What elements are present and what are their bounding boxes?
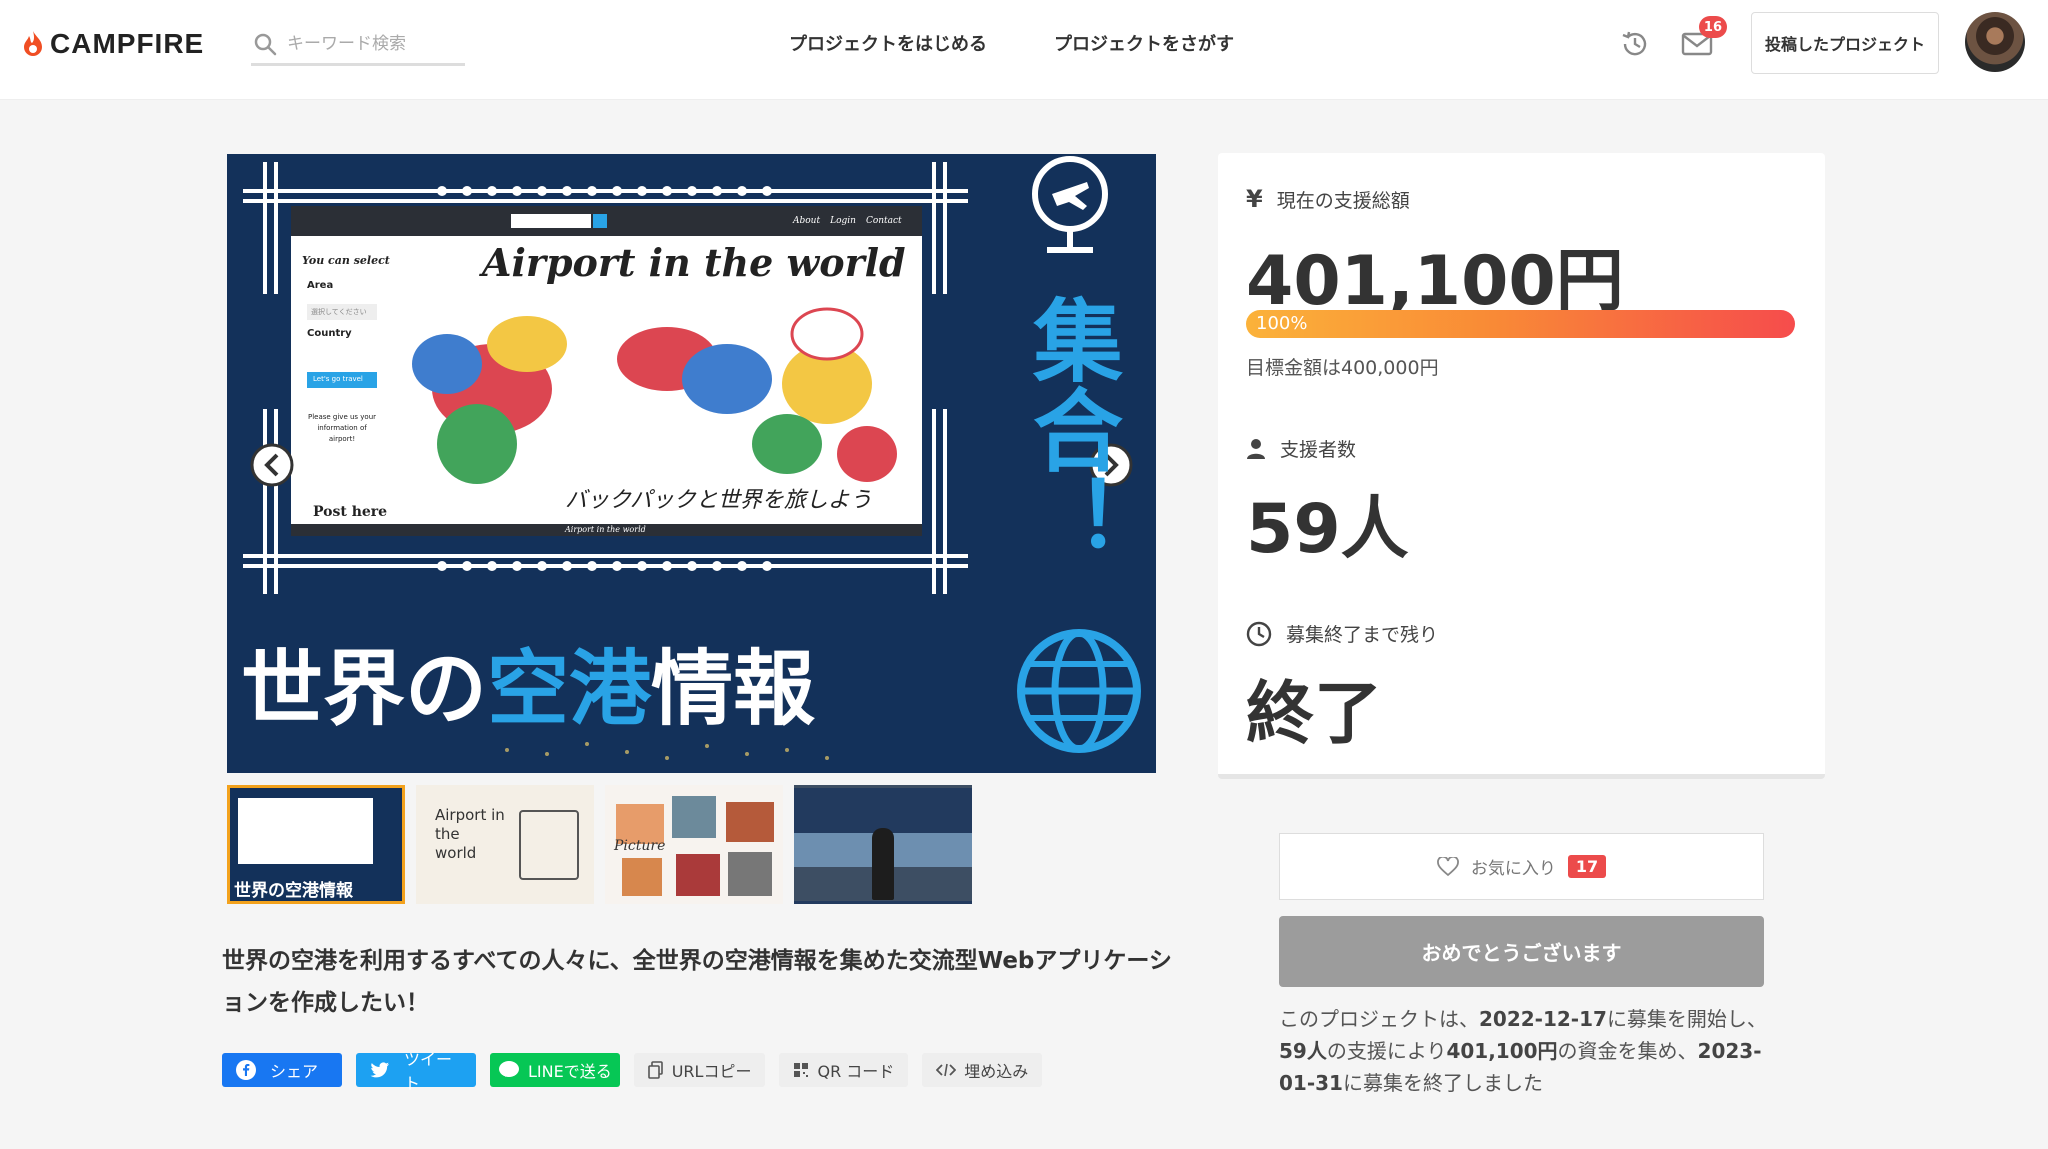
qr-code-label: QR コード <box>817 1062 895 1081</box>
thumbnail-1[interactable]: 世界の空港情報 <box>227 785 405 904</box>
favorite-label: お気に入り <box>1470 859 1556 879</box>
total-label-row: ¥ 現在の支援総額 <box>1246 185 1410 213</box>
line-share-button[interactable]: LINEで送る <box>490 1053 620 1087</box>
funding-stats-card: ¥ 現在の支援総額 401,100円 100% 目標金額は400,000円 支援… <box>1218 153 1825 779</box>
messages-button[interactable]: 16 <box>1679 16 1727 62</box>
thumbnail-4[interactable] <box>794 785 972 904</box>
copy-icon <box>647 1061 663 1079</box>
url-copy-label: URLコピー <box>671 1062 752 1081</box>
hero-nav-contact: Contact <box>865 216 902 226</box>
hero-panel-select: You can select <box>302 254 390 267</box>
hero-site-subtitle: バックパックと世界を旅しよう <box>565 488 872 513</box>
facebook-share-label: シェア <box>270 1062 319 1081</box>
carousel-prev-button[interactable] <box>252 445 292 485</box>
summary-start-date: 2022-12-17 <box>1479 1007 1607 1031</box>
hero-panel-post: Post here <box>313 504 388 520</box>
thumbnail-2-label: Airport in the world <box>435 806 505 862</box>
summary-text-1: このプロジェクトは、 <box>1279 1007 1479 1031</box>
embed-button[interactable]: 埋め込み <box>922 1053 1043 1087</box>
history-icon <box>1622 31 1647 56</box>
goal-text: 目標金額は400,000円 <box>1246 357 1439 379</box>
search-box[interactable] <box>251 24 465 66</box>
hero-site-title: Airport in the world <box>482 240 906 285</box>
url-copy-button[interactable]: URLコピー <box>633 1053 766 1087</box>
line-icon <box>499 1061 519 1077</box>
banner-text-blue: 空港 <box>487 642 652 737</box>
banner-text-white-2: 情報 <box>651 642 816 737</box>
progress-bar: 100% <box>1246 310 1795 338</box>
progress-text: 100% <box>1256 313 1308 334</box>
hero-footer-text: Airport in the world <box>565 525 646 534</box>
facebook-share-button[interactable]: シェア <box>222 1053 342 1087</box>
hero-banner-text: 世界の空港情報 <box>241 622 815 741</box>
thumbnail-1-label: 世界の空港情報 <box>234 881 353 901</box>
flame-icon <box>24 31 42 56</box>
supporters-label: 支援者数 <box>1280 439 1357 461</box>
supporters-label-row: 支援者数 <box>1246 435 1356 462</box>
site-header: CAMPFIRE プロジェクトをはじめる プロジェクトをさがす 16 投稿したプ… <box>0 0 2048 100</box>
hero-nav-about: About <box>793 216 821 226</box>
hero-panel-note: Please give us your information of airpo… <box>307 413 377 443</box>
search-input[interactable] <box>287 33 457 54</box>
share-buttons: シェア ツイート LINEで送る URLコピー QR コード 埋め込み <box>222 1050 1043 1093</box>
code-icon <box>936 1063 957 1077</box>
remaining-label-row: 募集終了まで残り <box>1246 620 1438 647</box>
banner-text-white-1: 世界の <box>241 642 488 737</box>
twitter-share-label: ツイート <box>403 1050 452 1093</box>
hero-panel-country: Country <box>307 328 352 339</box>
summary-text-2: に募集を開始し、 <box>1606 1007 1767 1031</box>
thumbnail-3-label: Picture <box>614 838 666 854</box>
embed-label: 埋め込み <box>964 1062 1029 1081</box>
summary-text-5: に募集を終了しました <box>1342 1071 1543 1095</box>
hero-panel-area-placeholder: 選択してください <box>311 308 367 316</box>
project-summary: このプロジェクトは、2022-12-17に募集を開始し、 59人の支援により401… <box>1279 1003 1774 1099</box>
posted-projects-button[interactable]: 投稿したプロジェクト <box>1751 12 1939 74</box>
project-title: 世界の空港を利用するすべての人々に、全世界の空港情報を集めた交流型Webアプリケ… <box>222 948 1172 1016</box>
search-icon <box>254 33 277 55</box>
thumbnail-strip: 世界の空港情報 Airport in the world Picture <box>227 785 972 904</box>
qr-code-icon <box>794 1063 809 1077</box>
total-label: 現在の支援総額 <box>1276 189 1410 212</box>
project-main-image: Airport in the world バックパックと世界を旅しよう You … <box>227 154 1156 773</box>
twitter-icon <box>370 1062 390 1078</box>
supporters-count: 59人 <box>1246 490 1409 569</box>
heart-icon <box>1436 856 1459 876</box>
remaining-value: 終了 <box>1246 675 1383 754</box>
yen-icon: ¥ <box>1246 185 1263 213</box>
message-count-badge: 16 <box>1698 16 1727 38</box>
clock-icon <box>1246 621 1272 646</box>
line-share-label: LINEで送る <box>528 1062 612 1081</box>
summary-text-3: の支援により <box>1326 1039 1447 1063</box>
thumbnail-2[interactable]: Airport in the world <box>416 785 594 904</box>
nav-start-project[interactable]: プロジェクトをはじめる <box>789 30 987 56</box>
hero-nav-links: About Login Contact <box>793 216 902 226</box>
summary-supporter-count: 59人 <box>1279 1039 1327 1063</box>
twitter-share-button[interactable]: ツイート <box>356 1050 476 1093</box>
favorite-count-badge: 17 <box>1567 855 1607 878</box>
summary-amount: 401,100円 <box>1446 1039 1558 1063</box>
carousel-next-button[interactable] <box>1091 445 1131 485</box>
hero-panel-area: Area <box>307 280 334 291</box>
nav-find-project[interactable]: プロジェクトをさがす <box>1054 30 1234 56</box>
facebook-icon <box>236 1060 256 1080</box>
congrats-button[interactable]: おめでとうございます <box>1279 916 1764 987</box>
thumbnail-3[interactable]: Picture <box>605 785 783 904</box>
person-icon <box>1247 438 1265 459</box>
hero-panel-button: Let's go travel <box>313 375 363 383</box>
campfire-logo[interactable]: CAMPFIRE <box>22 28 204 60</box>
remaining-label: 募集終了まで残り <box>1286 624 1439 646</box>
avatar[interactable] <box>1965 12 2025 72</box>
summary-text-4: の資金を集め、 <box>1557 1039 1698 1063</box>
brand-name: CAMPFIRE <box>50 28 205 59</box>
hero-nav-login: Login <box>830 216 856 226</box>
history-button[interactable] <box>1617 26 1653 62</box>
hero-vertical-text: 集合！ <box>1017 294 1122 564</box>
qr-code-button[interactable]: QR コード <box>779 1053 909 1087</box>
favorite-button[interactable]: お気に入り 17 <box>1279 833 1764 900</box>
